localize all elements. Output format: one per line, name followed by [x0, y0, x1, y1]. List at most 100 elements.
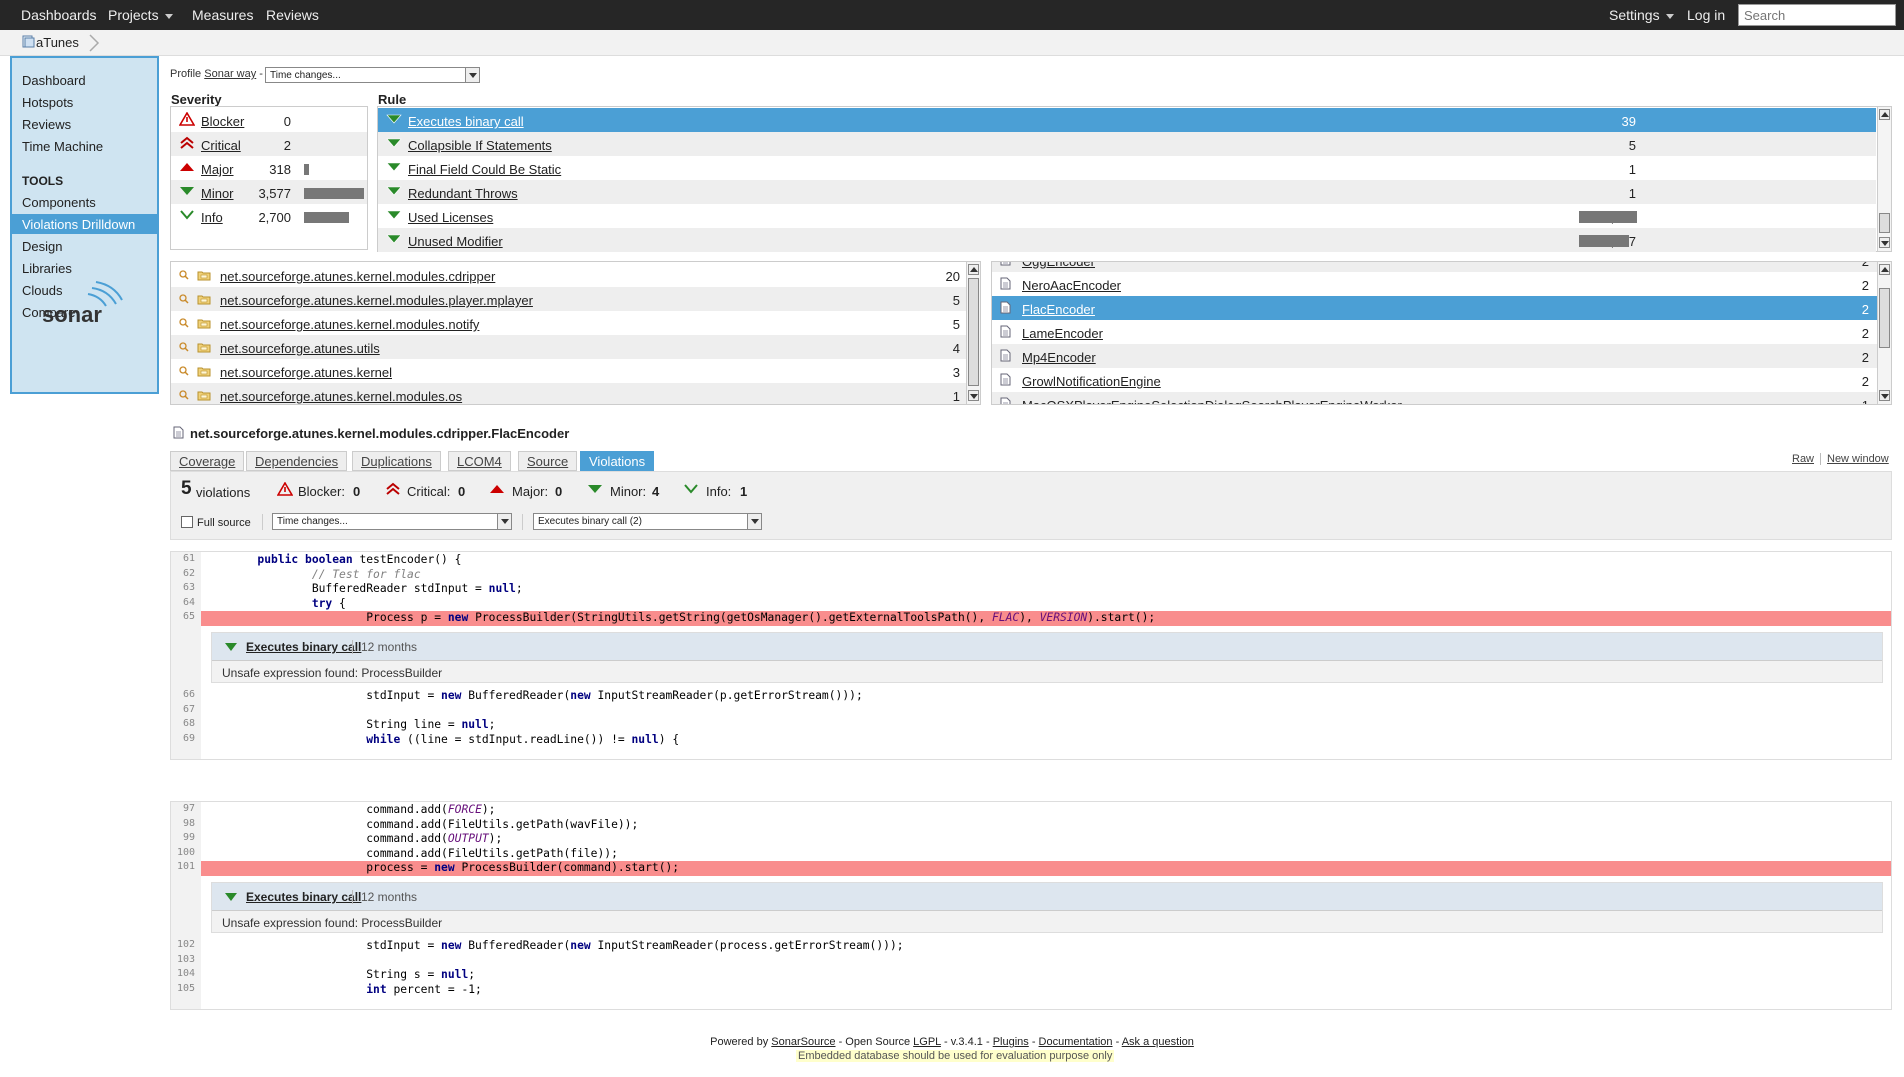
sidebar-item-libraries[interactable]: Libraries — [12, 258, 157, 278]
zoom-icon[interactable] — [179, 342, 189, 352]
rule-label[interactable]: Used Licenses — [408, 210, 493, 225]
severity-label[interactable]: Info — [201, 210, 223, 225]
package-label[interactable]: net.sourceforge.atunes.kernel.modules.os — [220, 389, 462, 404]
package-row[interactable]: net.sourceforge.atunes.utils 4 — [171, 335, 966, 359]
sidebar-item-violations-drilldown[interactable]: Violations Drilldown — [12, 214, 157, 234]
nav-reviews[interactable]: Reviews — [266, 7, 319, 23]
login-link[interactable]: Log in — [1687, 7, 1725, 23]
file-label[interactable]: Mp4Encoder — [1022, 350, 1096, 365]
severity-row-blocker[interactable]: Blocker 0 — [171, 108, 367, 132]
package-row[interactable]: net.sourceforge.atunes.kernel.modules.os… — [171, 383, 966, 404]
sonarsource-link[interactable]: SonarSource — [771, 1036, 835, 1048]
package-label[interactable]: net.sourceforge.atunes.utils — [220, 341, 380, 356]
file-row[interactable]: FlacEncoder 2 — [992, 296, 1877, 320]
file-label[interactable]: GrowlNotificationEngine — [1022, 374, 1161, 389]
scroll-up-icon[interactable] — [968, 264, 979, 275]
rule-row[interactable]: Used Licenses1,442 — [378, 204, 1876, 228]
violation-rule-link[interactable]: Executes binary call — [246, 640, 361, 654]
zoom-icon[interactable] — [179, 318, 189, 328]
ask-question-link[interactable]: Ask a question — [1122, 1036, 1194, 1048]
scroll-up-icon[interactable] — [1879, 109, 1890, 120]
rule-row[interactable]: Collapsible If Statements 5 — [378, 132, 1876, 156]
nav-projects[interactable]: Projects — [108, 7, 173, 23]
time-changes-select[interactable]: Time changes... — [265, 67, 480, 83]
severity-label[interactable]: Critical — [201, 138, 241, 153]
package-row[interactable]: net.sourceforge.atunes.kernel.modules.no… — [171, 311, 966, 335]
raw-link[interactable]: Raw — [1792, 453, 1814, 465]
lgpl-link[interactable]: LGPL — [913, 1036, 941, 1048]
sidebar-item-time-machine[interactable]: Time Machine — [12, 136, 157, 156]
settings-menu[interactable]: Settings — [1609, 7, 1674, 23]
package-row[interactable]: net.sourceforge.atunes.kernel.modules.cd… — [171, 263, 966, 287]
tab-source[interactable]: Source — [518, 451, 578, 471]
sidebar-item-components[interactable]: Components — [12, 192, 157, 212]
file-row[interactable]: Mp4Encoder 2 — [992, 344, 1877, 368]
tab-dependencies[interactable]: Dependencies — [246, 451, 348, 471]
tab-lcom4[interactable]: LCOM4 — [448, 451, 511, 471]
sidebar-item-reviews[interactable]: Reviews — [12, 114, 157, 134]
severity-label[interactable]: Blocker — [201, 114, 244, 129]
severity-row-critical[interactable]: Critical 2 — [171, 132, 367, 156]
rule-row[interactable]: Executes binary call 39 — [378, 108, 1876, 132]
severity-row-info[interactable]: Info 2,700 — [171, 204, 367, 228]
violations-time-select[interactable]: Time changes... — [272, 513, 512, 530]
file-scrollbar[interactable] — [1877, 262, 1891, 404]
file-row[interactable]: LameEncoder 2 — [992, 320, 1877, 344]
file-label[interactable]: FlacEncoder — [1022, 302, 1095, 317]
violation-rule-link[interactable]: Executes binary call — [246, 890, 361, 904]
new-window-link[interactable]: New window — [1827, 453, 1889, 465]
severity-label[interactable]: Major — [201, 162, 234, 177]
file-label[interactable]: LameEncoder — [1022, 326, 1103, 341]
zoom-icon[interactable] — [179, 270, 189, 280]
package-row[interactable]: net.sourceforge.atunes.kernel 3 — [171, 359, 966, 383]
severity-row-minor[interactable]: Minor 3,577 — [171, 180, 367, 204]
file-label[interactable]: OggEncoder — [1022, 262, 1095, 269]
zoom-icon[interactable] — [179, 366, 189, 376]
violations-rule-select[interactable]: Executes binary call (2) — [533, 513, 762, 530]
scroll-thumb[interactable] — [1879, 213, 1890, 233]
severity-label[interactable]: Minor — [201, 186, 234, 201]
sidebar-item-hotspots[interactable]: Hotspots — [12, 92, 157, 112]
rule-label[interactable]: Redundant Throws — [408, 186, 518, 201]
zoom-icon[interactable] — [179, 390, 189, 400]
tab-duplications[interactable]: Duplications — [352, 451, 441, 471]
scroll-down-icon[interactable] — [1879, 390, 1890, 401]
scroll-down-icon[interactable] — [1879, 237, 1890, 248]
rule-label[interactable]: Unused Modifier — [408, 234, 503, 249]
package-row[interactable]: net.sourceforge.atunes.kernel.modules.pl… — [171, 287, 966, 311]
search-input[interactable] — [1738, 4, 1896, 26]
documentation-link[interactable]: Documentation — [1039, 1036, 1113, 1048]
profile-link[interactable]: Sonar way — [204, 68, 256, 80]
file-row[interactable]: GrowlNotificationEngine 2 — [992, 368, 1877, 392]
package-label[interactable]: net.sourceforge.atunes.kernel.modules.cd… — [220, 269, 495, 284]
file-row[interactable]: OggEncoder 2 — [992, 262, 1877, 272]
scroll-thumb[interactable] — [1879, 288, 1890, 348]
file-label[interactable]: NeroAacEncoder — [1022, 278, 1121, 293]
file-row[interactable]: NeroAacEncoder 2 — [992, 272, 1877, 296]
tab-coverage[interactable]: Coverage — [170, 451, 245, 471]
sidebar-item-design[interactable]: Design — [12, 236, 157, 256]
plugins-link[interactable]: Plugins — [993, 1036, 1029, 1048]
rule-row[interactable]: Final Field Could Be Static 1 — [378, 156, 1876, 180]
tab-violations[interactable]: Violations — [580, 451, 655, 471]
sidebar-item-dashboard[interactable]: Dashboard — [12, 70, 157, 90]
full-source-checkbox[interactable] — [181, 516, 193, 528]
scroll-up-icon[interactable] — [1879, 264, 1890, 275]
rule-label[interactable]: Executes binary call — [408, 114, 524, 129]
rule-row[interactable]: Redundant Throws 1 — [378, 180, 1876, 204]
package-label[interactable]: net.sourceforge.atunes.kernel.modules.pl… — [220, 293, 533, 308]
rule-row[interactable]: Unused Modifier1,257 — [378, 228, 1876, 252]
package-label[interactable]: net.sourceforge.atunes.kernel — [220, 365, 392, 380]
rule-scrollbar[interactable] — [1877, 107, 1891, 251]
package-scrollbar[interactable] — [966, 262, 980, 404]
rule-label[interactable]: Final Field Could Be Static — [408, 162, 561, 177]
nav-measures[interactable]: Measures — [192, 7, 253, 23]
scroll-down-icon[interactable] — [968, 390, 979, 401]
package-label[interactable]: net.sourceforge.atunes.kernel.modules.no… — [220, 317, 479, 332]
file-label[interactable]: MacOSXPlayerEngineSelectionDialogSearchP… — [1022, 398, 1402, 404]
rule-label[interactable]: Collapsible If Statements — [408, 138, 552, 153]
scroll-thumb[interactable] — [968, 278, 979, 386]
zoom-icon[interactable] — [179, 294, 189, 304]
file-row[interactable]: MacOSXPlayerEngineSelectionDialogSearchP… — [992, 392, 1877, 404]
severity-row-major[interactable]: Major 318 — [171, 156, 367, 180]
